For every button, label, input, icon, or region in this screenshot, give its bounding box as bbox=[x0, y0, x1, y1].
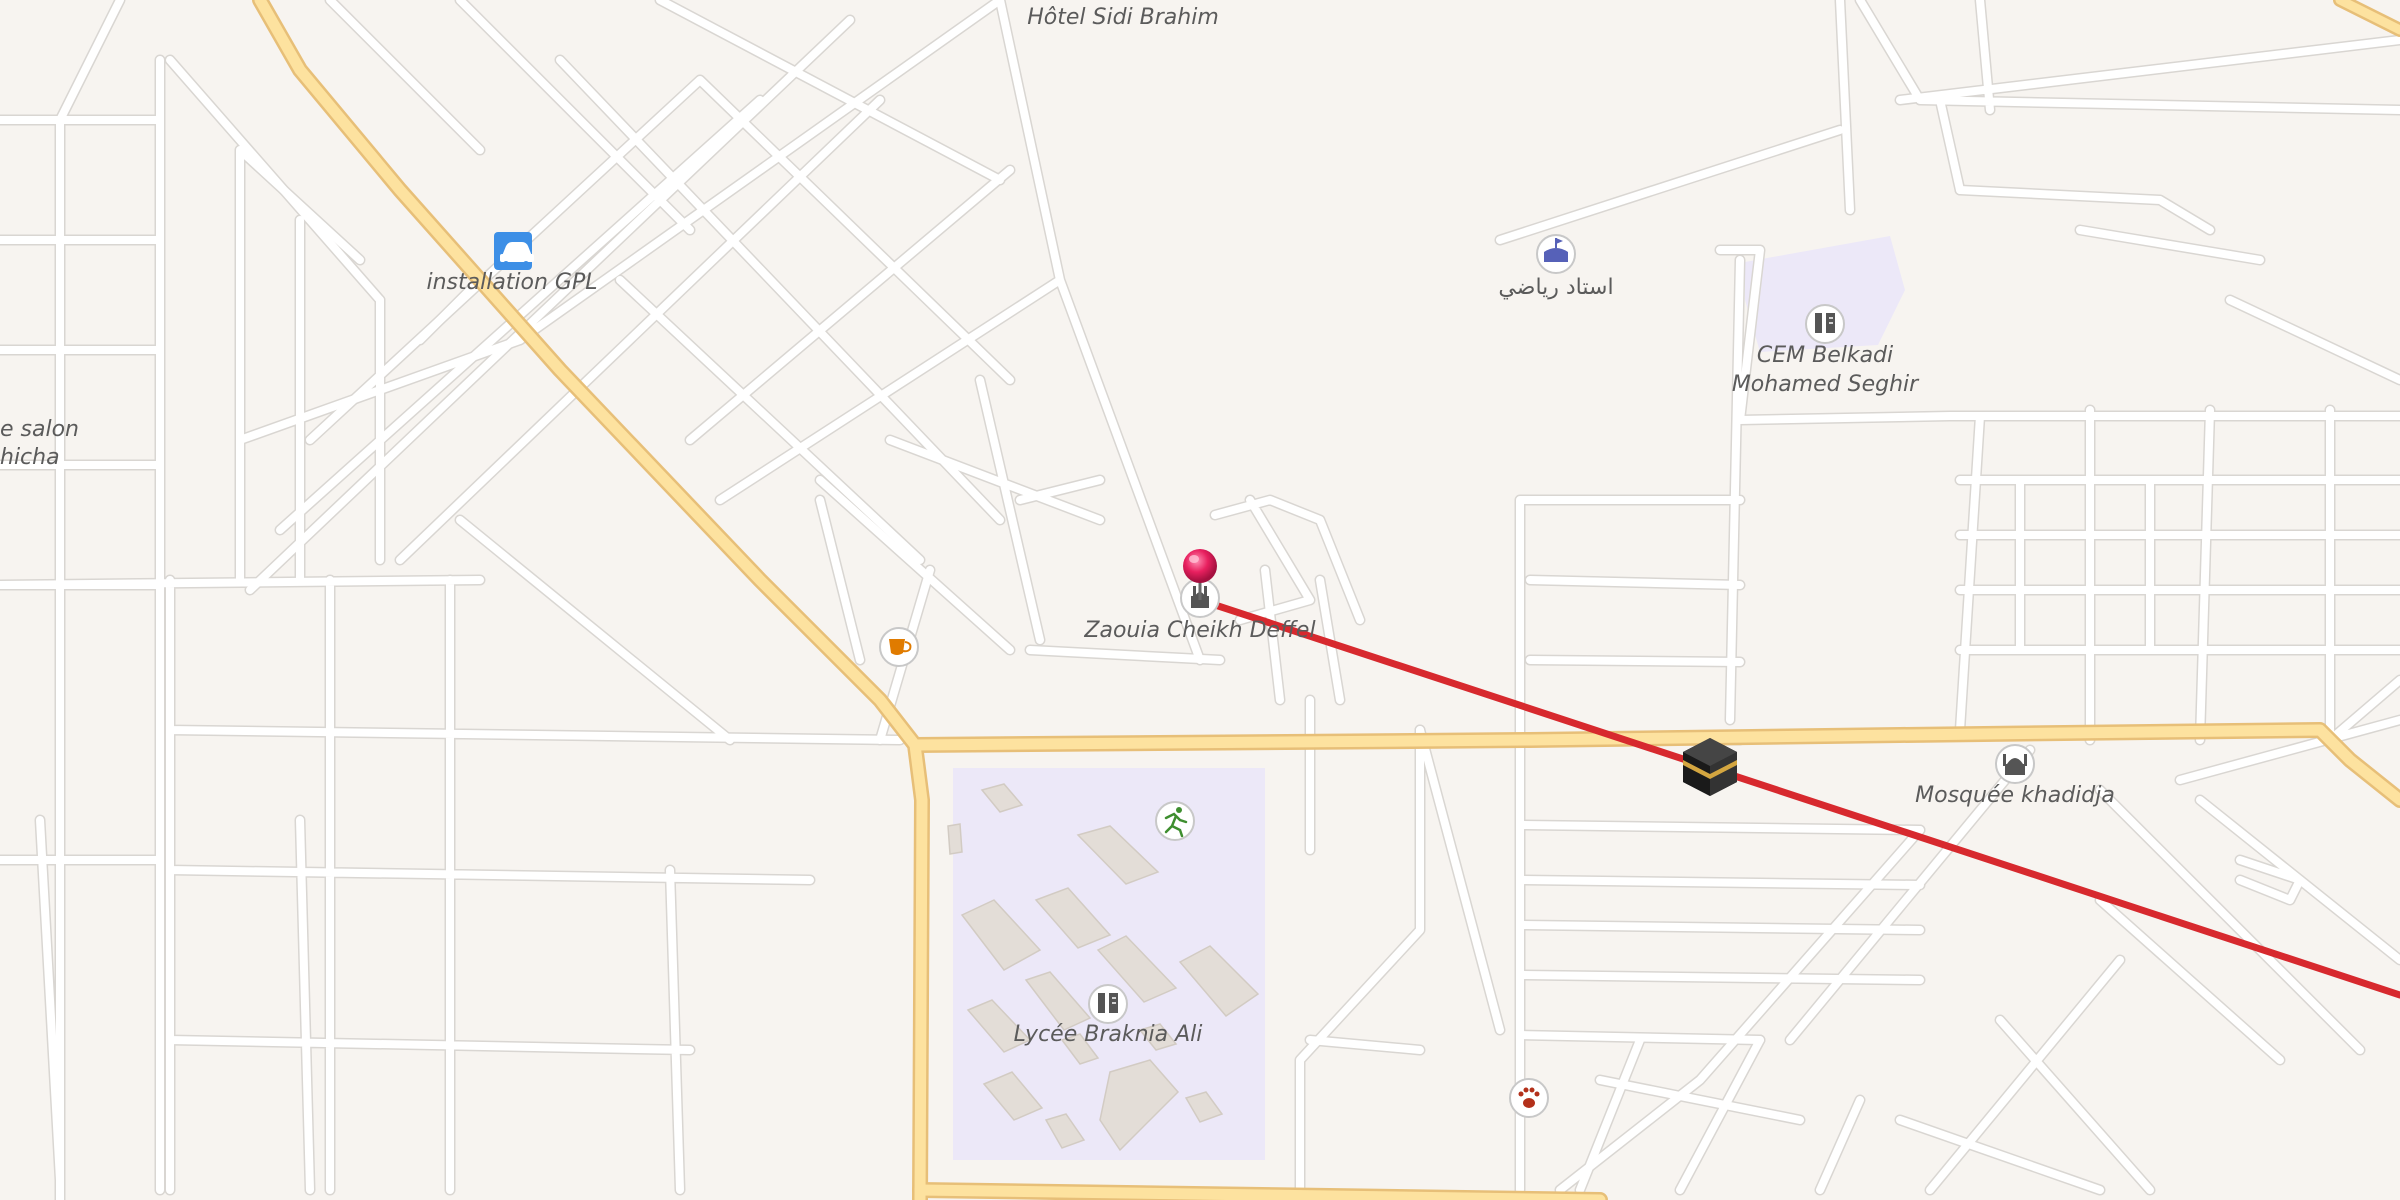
label-cem-line2[interactable]: Mohamed Seghir bbox=[1732, 372, 1920, 397]
label-salon-line1[interactable]: e salon bbox=[0, 417, 79, 442]
school-icon[interactable] bbox=[1805, 304, 1845, 344]
stadium-icon[interactable] bbox=[1536, 234, 1576, 274]
kaaba-icon[interactable] bbox=[1683, 738, 1737, 796]
cafe-icon[interactable] bbox=[879, 627, 919, 667]
sports-icon[interactable] bbox=[1155, 801, 1195, 841]
label-hotel[interactable]: Hôtel Sidi Brahim bbox=[1027, 5, 1219, 30]
qibla-direction-line bbox=[1196, 596, 2400, 999]
label-lycee[interactable]: Lycée Braknia Ali bbox=[1014, 1022, 1203, 1047]
label-stadium[interactable]: استاد رياضي bbox=[1498, 275, 1613, 300]
car-icon[interactable] bbox=[494, 232, 534, 270]
mosque-icon[interactable] bbox=[1995, 744, 2035, 784]
label-salon-line2[interactable]: hicha bbox=[0, 445, 60, 470]
map-canvas[interactable]: installation GPL Hôtel Sidi Brahim e sal… bbox=[0, 0, 2400, 1200]
label-zaouia[interactable]: Zaouia Cheikh Deffel bbox=[1083, 618, 1315, 643]
school-icon[interactable] bbox=[1088, 984, 1128, 1024]
label-gpl[interactable]: installation GPL bbox=[426, 270, 597, 295]
label-cem-line1[interactable]: CEM Belkadi bbox=[1757, 343, 1893, 368]
label-mosque[interactable]: Mosquée khadidja bbox=[1915, 783, 2115, 808]
veterinary-icon[interactable] bbox=[1509, 1078, 1549, 1118]
